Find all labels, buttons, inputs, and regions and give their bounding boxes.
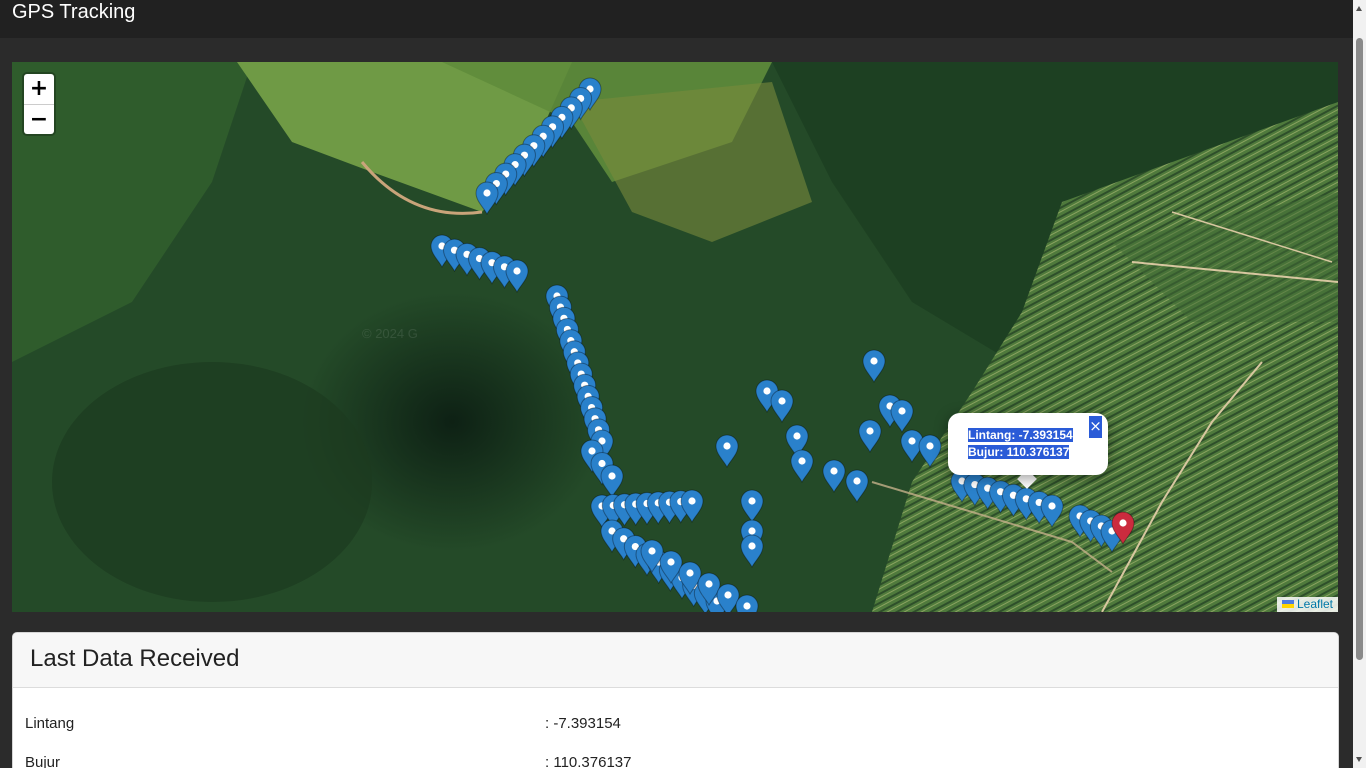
longitude-label: Bujur: [25, 754, 61, 768]
navbar: GPS Tracking: [0, 0, 1353, 38]
zoom-control: + −: [24, 74, 54, 134]
map-container[interactable]: © 2024 G + − Lintang: -7.393154 Bujur: 1…: [12, 62, 1338, 612]
map-marker-icon[interactable]: [735, 594, 759, 612]
popup-content: Lintang: -7.393154 Bujur: 110.376137: [968, 427, 1073, 461]
popup-close-button[interactable]: ×: [1089, 416, 1102, 438]
card-title: Last Data Received: [30, 645, 240, 672]
popup-longitude: Bujur: 110.376137: [968, 445, 1070, 459]
zoom-out-button[interactable]: −: [24, 104, 54, 134]
scrollbar-thumb[interactable]: [1356, 38, 1363, 660]
imagery-watermark: © 2024 G: [362, 326, 418, 341]
navbar-title[interactable]: GPS Tracking: [12, 0, 135, 24]
latitude-label: Lintang: [25, 715, 75, 732]
last-data-card: Last Data Received Lintang : -7.393154 B…: [12, 632, 1339, 768]
longitude-value: : 110.376137: [545, 754, 632, 768]
scroll-up-arrow-icon[interactable]: [1353, 0, 1366, 17]
latitude-value: : -7.393154: [545, 715, 621, 732]
scroll-down-arrow-icon[interactable]: [1353, 751, 1366, 768]
card-header: Last Data Received: [13, 633, 1338, 688]
ukraine-flag-icon: [1281, 600, 1294, 608]
popup-latitude: Lintang: -7.393154: [968, 428, 1073, 442]
attribution-link[interactable]: Leaflet: [1297, 597, 1333, 611]
map-attribution[interactable]: Leaflet: [1276, 597, 1338, 612]
zoom-in-button[interactable]: +: [24, 74, 54, 104]
satellite-map-imagery: [12, 62, 1338, 612]
longitude-row: Bujur : 110.376137: [25, 752, 631, 768]
latitude-row: Lintang : -7.393154: [25, 713, 621, 735]
page-scrollbar[interactable]: [1353, 0, 1366, 768]
location-popup: Lintang: -7.393154 Bujur: 110.376137: [948, 413, 1108, 475]
